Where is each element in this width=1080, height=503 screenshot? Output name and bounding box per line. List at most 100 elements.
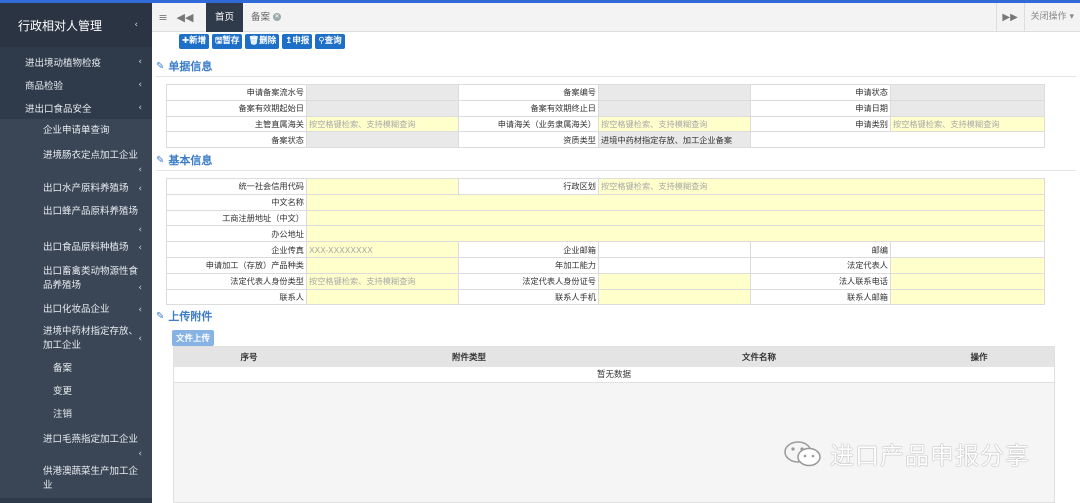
record-no-field [598,84,751,101]
column-header[interactable]: 操作 [904,351,1054,363]
watermark: 进口产品申报分享 [782,436,1030,471]
menu-icon[interactable]: ≡ [152,11,174,24]
chevron-left-icon: ‹ [138,165,142,175]
sidebar-header[interactable]: 行政相对人管理 ‹ [0,3,152,47]
sidebar-subitem-planting[interactable]: 出口食品原料种植场 ‹ [0,237,152,259]
sidebar-item-label: 商品检验 [25,80,64,92]
edit-icon: ✎ [156,60,165,72]
sidebar-subitem-bee[interactable]: 出口蜂产品原料养殖场 ‹ [0,201,152,237]
fax-input[interactable]: XXX-XXXXXXXX [306,241,459,258]
email-input[interactable] [598,241,751,258]
tab-bar-right: ▶▶ 关闭操作 ▾ [995,3,1080,32]
add-button[interactable]: ✚新增 [179,34,210,49]
sidebar-subitem-query[interactable]: 企业申请单查询 [0,119,152,143]
basic-info-form: 统一社会信用代码 行政区划 按空格键检索、支持模糊查询 中文名称 工商注册地址（… [166,178,1046,306]
contact-email-input[interactable] [889,288,1046,306]
delete-button-label: 删除 [259,36,277,46]
sidebar-subitem-label: 进境中药材指定存放、加工企业 [43,326,139,351]
record-status-label: 备案状态 [166,131,307,149]
sidebar-subitem-cancel[interactable]: 注销 [0,403,152,426]
trash-icon: 🗑 [248,36,260,46]
close-operations-dropdown[interactable]: 关闭操作 ▾ [1023,3,1080,32]
section-basic-info-title: ✎ 基本信息 [156,152,1076,171]
column-header[interactable]: 序号 [174,351,324,363]
save-button[interactable]: 🖫暂存 [212,34,243,49]
cn-name-label: 中文名称 [166,193,307,211]
sidebar-subitem-record[interactable]: 备案 [0,357,152,380]
legal-phone-input[interactable] [889,272,1046,290]
credit-code-input[interactable] [306,178,459,195]
postcode-label: 邮编 [750,241,891,258]
sidebar-subitem-livestock[interactable]: 出口畜禽类动物源性食品养殖场 ‹ [0,259,152,299]
sidebar-subitem-label: 出口化妆品企业 [43,304,110,315]
section-title-text: 上传附件 [168,310,213,323]
chevron-left-icon: ‹ [138,56,142,67]
legal-rep-input[interactable] [889,256,1046,274]
record-no-label: 备案编号 [458,84,599,101]
contact-input[interactable] [306,288,459,306]
chevron-left-icon: ‹ [138,305,142,315]
declare-button-label: 申报 [292,36,310,46]
empty-message: 暂无数据 [174,367,1054,383]
sidebar-subitem-vegetables[interactable]: 供港澳蔬菜生产加工企业 [0,460,152,498]
sidebar-item-inspection[interactable]: 商品检验 ‹ [0,73,152,96]
capacity-input[interactable] [598,256,751,274]
tab-record[interactable]: 备案 ✕ [243,3,289,32]
fast-forward-icon[interactable]: ▶▶ [995,3,1024,32]
sidebar-subitem-label: 进口毛燕指定加工企业 [43,434,139,445]
customs-input[interactable]: 按空格键检索、支持模糊查询 [306,115,459,133]
close-operations-label: 关闭操作 [1030,12,1067,22]
chevron-left-icon: ‹ [138,225,142,235]
rewind-icon[interactable]: ◀◀ [174,11,196,24]
apply-type-label: 申请类别 [750,115,891,133]
column-header[interactable]: 文件名称 [614,351,904,363]
apply-status-field [890,84,1045,101]
cn-name-input[interactable] [305,193,1046,211]
section-attachments-title: ✎ 上传附件 [156,308,1076,326]
delete-button[interactable]: 🗑删除 [245,34,280,49]
tab-home[interactable]: 首页 [206,2,244,32]
record-status-field [306,131,459,149]
capacity-label: 年加工能力 [458,256,599,274]
sidebar-subitem-cosmetics[interactable]: 出口化妆品企业 ‹ [0,299,152,321]
contact-mobile-input[interactable] [598,288,751,306]
edit-icon: ✎ [156,154,165,166]
sidebar-subitem-label: 出口食品原料种植场 [43,242,129,253]
legal-id-type-input[interactable]: 按空格键检索、支持模糊查询 [306,272,459,290]
sidebar-subitem-herbal[interactable]: 进境中药材指定存放、加工企业 ‹ [0,321,152,357]
query-button[interactable]: ⚲查询 [315,34,345,49]
sidebar-subitem-change[interactable]: 变更 [0,380,152,403]
toolbar: ✚新增 🖫暂存 🗑删除 ↥申报 ⚲查询 [179,34,345,49]
query-button-label: 查询 [324,36,342,46]
sidebar-subitem-casing[interactable]: 进境肠衣定点加工企业 ‹ [0,143,152,177]
product-input[interactable] [306,256,459,274]
sidebar-subitem-birdnest[interactable]: 进口毛燕指定加工企业 ‹ [0,426,152,460]
apply-customs-input[interactable]: 按空格键检索、支持模糊查询 [598,115,751,133]
sidebar-item-food-safety[interactable]: 进出口食品安全 ‹ [0,96,152,119]
grid-header: 序号 附件类型 文件名称 操作 [174,347,1054,367]
district-input[interactable]: 按空格键检索、支持模糊查询 [597,178,1046,195]
reg-addr-input[interactable] [305,209,1046,227]
credit-code-label: 统一社会信用代码 [166,178,307,195]
apply-type-input[interactable]: 按空格键检索、支持模糊查询 [890,115,1045,133]
declare-button[interactable]: ↥申报 [282,34,313,49]
chevron-left-icon[interactable]: ‹ [134,20,138,30]
close-icon[interactable]: ✕ [273,13,282,21]
column-header[interactable]: 附件类型 [324,351,614,363]
postcode-input[interactable] [889,241,1046,258]
save-button-label: 暂存 [222,36,240,46]
office-addr-input[interactable] [305,225,1046,243]
qual-type-label: 资质类型 [458,131,599,149]
sidebar-subitem-label: 供港澳蔬菜生产加工企业 [43,466,139,491]
file-upload-button[interactable]: 文件上传 [172,330,215,346]
empty-cell [750,131,1045,149]
tab-bar: ≡ ◀◀ 首页 备案 ✕ ▶▶ 关闭操作 ▾ [152,2,1080,32]
apply-customs-label: 申请海关（业务隶属海关） [458,115,599,133]
sidebar-subitem-aquatic[interactable]: 出口水产原料养殖场 ‹ [0,177,152,201]
reg-addr-label: 工商注册地址（中文） [166,209,307,227]
legal-id-no-input[interactable] [598,272,751,290]
sidebar-title: 行政相对人管理 [18,18,103,33]
apply-status-label: 申请状态 [750,84,891,101]
sidebar-item-plant-quarantine[interactable]: 进出境动植物检疫 ‹ [0,50,152,73]
wechat-icon [784,440,821,466]
